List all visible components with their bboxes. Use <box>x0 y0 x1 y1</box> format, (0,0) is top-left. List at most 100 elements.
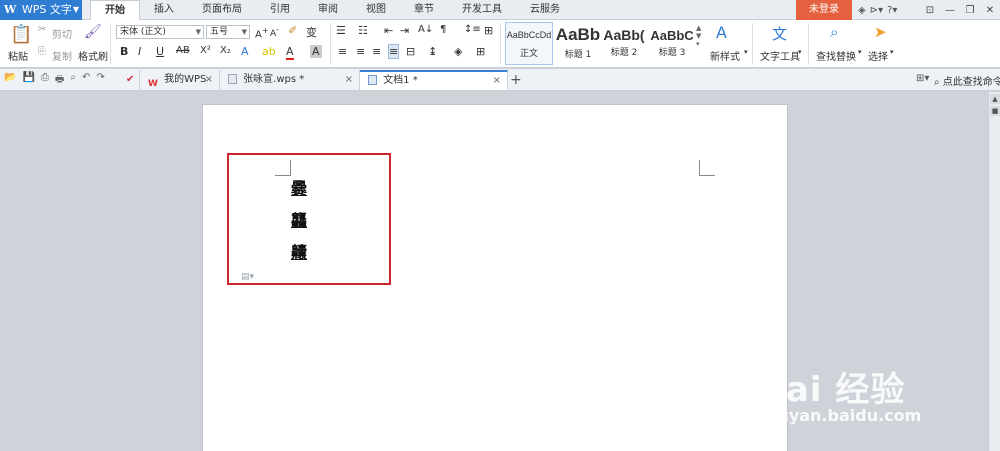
tab-review[interactable]: 审阅 <box>304 0 352 20</box>
print-preview-icon[interactable]: ⌕ <box>70 72 76 89</box>
char-shading-icon[interactable]: A <box>310 45 322 58</box>
show-marks-icon[interactable]: ¶ <box>440 24 446 35</box>
style-normal[interactable]: AaBbCcDd 正文 <box>505 22 553 65</box>
find-replace-button[interactable]: 查找替换 <box>816 48 856 63</box>
align-right-icon[interactable]: ≡ <box>372 45 381 58</box>
tab-insert[interactable]: 插入 <box>140 0 188 20</box>
gallery-scroll-icon[interactable]: ▲ ▼ ▾ <box>696 24 701 48</box>
export-pdf-icon[interactable]: ⎙ <box>41 72 49 89</box>
border-icon[interactable]: ⊞ <box>476 45 485 58</box>
table-icon[interactable]: ⊞ <box>484 24 493 37</box>
close-icon[interactable]: × <box>493 72 501 90</box>
text-tools-icon[interactable]: 文 <box>772 23 787 44</box>
sort-icon[interactable]: A↓ <box>418 24 433 35</box>
outdent-icon[interactable]: ⇤ <box>384 24 393 37</box>
tab-start[interactable]: 开始 <box>90 0 140 21</box>
copy-icon[interactable]: ⎘ <box>38 46 46 57</box>
tab-page-layout[interactable]: 页面布局 <box>188 0 256 20</box>
tab-view[interactable]: 视图 <box>352 0 400 20</box>
print-icon[interactable]: 🖶 <box>55 72 64 89</box>
style-heading-1[interactable]: AaBb 标题 1 <box>555 22 601 65</box>
skin-icon[interactable]: ◈ <box>858 5 866 16</box>
subscript-icon[interactable]: X₂ <box>220 45 231 56</box>
tab-chapter[interactable]: 章节 <box>400 0 448 20</box>
font-name-select[interactable]: 宋体 (正文) ▼ <box>116 25 204 39</box>
style-heading-2[interactable]: AaBb( 标题 2 <box>601 22 647 65</box>
undo-icon[interactable]: ↶ <box>82 72 90 89</box>
cut-button[interactable]: 剪切 <box>52 26 72 41</box>
numbered-list-icon[interactable]: ☷ <box>358 24 368 37</box>
scroll-thumb[interactable]: ■ <box>990 106 1000 116</box>
new-style-button[interactable]: 新样式 <box>710 48 740 63</box>
style-label: 正文 <box>519 49 538 59</box>
open-icon[interactable]: 📂 <box>4 72 16 89</box>
bold-icon[interactable]: B <box>120 45 128 58</box>
strikethrough-icon[interactable]: AB <box>176 45 190 56</box>
help-icon[interactable]: ?▾ <box>887 5 897 16</box>
format-painter-button[interactable]: 格式刷 <box>78 48 108 63</box>
scissors-icon[interactable]: ✂ <box>38 24 46 35</box>
cursor-icon[interactable]: ➤ <box>874 23 887 41</box>
select-button[interactable]: 选择 <box>868 48 888 63</box>
redo-icon[interactable]: ↷ <box>96 72 104 89</box>
close-icon[interactable]: × <box>345 70 353 90</box>
font-size-select[interactable]: 五号 ▼ <box>206 25 250 39</box>
style-sample: AaBbC <box>650 28 694 43</box>
save-icon[interactable]: 💾 <box>22 72 34 89</box>
document-char-3[interactable]: 齉 <box>291 239 307 263</box>
share-icon[interactable]: ⊳▾ <box>870 5 883 16</box>
grow-font-icon[interactable]: A+ <box>255 25 269 40</box>
align-left-icon[interactable]: ≡ <box>338 45 347 58</box>
superscript-icon[interactable]: X² <box>200 45 211 56</box>
shrink-font-icon[interactable]: A- <box>270 25 279 39</box>
pin-icon[interactable]: ✔ <box>122 70 140 90</box>
highlight-icon[interactable]: ab <box>262 45 276 58</box>
align-center-icon[interactable]: ≡ <box>356 45 365 58</box>
text-effect-icon[interactable]: A <box>241 45 249 58</box>
app-menu-button[interactable]: W WPS 文字 ▼ <box>0 0 82 20</box>
style-gallery: AaBbCcDd 正文 AaBb 标题 1 AaBb( 标题 2 AaBbC 标… <box>505 22 705 65</box>
tab-developer[interactable]: 开发工具 <box>448 0 516 20</box>
copy-button[interactable]: 复制 <box>52 48 72 63</box>
font-color-icon[interactable]: A <box>286 45 294 60</box>
phonetic-icon[interactable]: 变 <box>306 24 317 40</box>
close-icon[interactable]: ✕ <box>980 5 1000 16</box>
bullet-list-icon[interactable]: ☰ <box>336 24 346 37</box>
new-tab-icon[interactable]: + <box>510 70 522 90</box>
style-label: 标题 2 <box>610 48 638 58</box>
paste-icon[interactable]: 📋 <box>10 24 32 45</box>
restore-ribbon-icon[interactable]: ⊡ <box>920 5 940 16</box>
indent-icon[interactable]: ⇥ <box>400 24 409 37</box>
document-page[interactable]: 爨 龘 齉 ▤▾ <box>202 104 788 451</box>
distribute-icon[interactable]: ⊟ <box>406 45 415 58</box>
underline-icon[interactable]: U <box>156 45 164 58</box>
settings-icon[interactable]: ⊞▾ <box>916 73 929 84</box>
clear-format-icon[interactable]: ✐ <box>288 24 297 37</box>
search-command[interactable]: ⌕ 点此查找命令 <box>934 73 1000 88</box>
tab-references[interactable]: 引用 <box>256 0 304 20</box>
doc-tab-active[interactable]: 文档1 * × <box>360 70 508 90</box>
doc-tab-mywps[interactable]: W 我的WPS × <box>140 70 220 90</box>
document-char-2[interactable]: 龘 <box>291 207 307 231</box>
line-spacing-icon[interactable]: ↕≡ <box>464 24 481 35</box>
watermark: Bai 经验 jingyan.baidu.com <box>755 340 995 430</box>
magnifier-icon[interactable]: ⌕ <box>830 23 838 41</box>
justify-icon[interactable]: ≡ <box>388 44 400 59</box>
doc-tab-file[interactable]: 张咏宣.wps * × <box>220 70 360 90</box>
scroll-up-icon[interactable]: ▲ <box>990 94 1000 104</box>
maximize-icon[interactable]: ❐ <box>960 5 980 16</box>
paste-button[interactable]: 粘贴 <box>8 48 28 63</box>
text-tools-button[interactable]: 文字工具 <box>760 48 800 63</box>
minimize-icon[interactable]: — <box>940 5 960 16</box>
line-spacing-2-icon[interactable]: ↨ <box>428 45 437 58</box>
paste-options-icon[interactable]: ▤▾ <box>241 272 254 282</box>
italic-icon[interactable]: I <box>138 45 141 58</box>
tab-cloud[interactable]: 云服务 <box>516 0 574 20</box>
login-button[interactable]: 未登录 <box>796 0 852 20</box>
shading-icon[interactable]: ◈ <box>454 45 462 58</box>
style-heading-3[interactable]: AaBbC 标题 3 <box>649 22 695 65</box>
close-icon[interactable]: × <box>205 70 213 90</box>
document-char-1[interactable]: 爨 <box>291 175 307 199</box>
new-style-icon[interactable]: A <box>716 23 727 42</box>
brush-icon[interactable]: 🖌 <box>84 24 102 40</box>
